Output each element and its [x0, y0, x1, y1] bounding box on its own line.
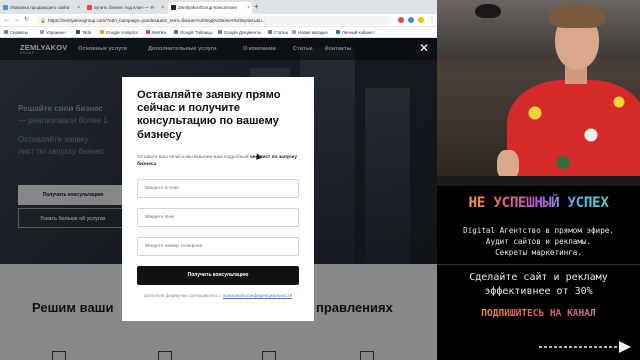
bookmark-item[interactable]: Личный кабинет	[336, 27, 374, 38]
tab-favicon-icon	[87, 5, 92, 10]
menu-dots-icon[interactable]: ⋮	[429, 16, 435, 25]
email-field[interactable]	[137, 179, 299, 198]
browser-tab-1[interactable]: Упаковка продающего сайта ×	[0, 2, 82, 14]
bookmark-label: Упражнен	[46, 30, 66, 35]
folder-icon	[268, 30, 272, 34]
phone-field[interactable]	[137, 237, 299, 256]
screen: Упаковка продающего сайта × купить бизне…	[0, 0, 640, 360]
modal-subtitle-text: Оставьте ваш email и мы вышлем вам подро…	[137, 155, 250, 160]
lock-icon: 🔒	[40, 18, 46, 23]
extension-icon[interactable]	[398, 17, 404, 23]
panel-text-line: Секреты маркетинга.	[495, 248, 582, 257]
address-toolbar: ← → ↻ 🔒 https://zemlyakovgroup.com/?utm_…	[0, 14, 437, 27]
arrow-right-icon	[539, 341, 631, 353]
bookmark-item[interactable]: Google Таблицы	[174, 27, 213, 38]
apps-icon	[4, 30, 8, 34]
close-icon[interactable]: ×	[247, 2, 250, 14]
bookmark-item[interactable]: Metrika	[146, 27, 166, 38]
forward-arrow-icon[interactable]: →	[14, 16, 20, 25]
bookmarks-bar: Сервисы Упражнен Tilda Google Analytics …	[0, 27, 437, 38]
lead-form-modal: Оставляйте заявку прямо сейчас и получит…	[122, 77, 314, 321]
back-arrow-icon[interactable]: ←	[4, 16, 10, 25]
channel-banner: НЕ УСПЕШНЫЙ УСПЕХ	[443, 186, 634, 220]
stream-panel: НЕ УСПЕШНЫЙ УСПЕХ Digital Агентство в пр…	[437, 0, 640, 360]
bookmark-item[interactable]: Упражнен	[40, 27, 66, 38]
privacy-policy-link[interactable]: политикой конфиденциальности	[223, 293, 292, 298]
url-text: https://zemlyakovgroup.com/?utm_campaign…	[48, 18, 266, 23]
panel-offer-line: Сделайте сайт и рекламу	[469, 272, 608, 283]
person-shirt	[507, 80, 640, 186]
subscribe-banner: ПОДПИШИТЕСЬ НА КАНАЛ	[437, 308, 640, 319]
panel-text-line: Digital Агентство в прямом эфире.	[463, 226, 614, 235]
ceiling-background	[437, 0, 640, 58]
webcam-bottom-bar	[437, 176, 640, 186]
close-icon[interactable]: ✕	[419, 41, 429, 55]
browser-tab-2[interactable]: купить бизнес под ключ — Я ×	[84, 2, 166, 14]
submit-consult-button[interactable]: Получить консультацию	[137, 266, 299, 285]
reload-icon[interactable]: ↻	[24, 16, 29, 25]
tab-favicon-icon	[171, 5, 176, 10]
panel-offer-line: эффективнее от 30%	[484, 286, 593, 297]
browser-tab-3-active[interactable]: ZemlyakovGroup Консалтинг ×	[168, 2, 252, 14]
privacy-note-text: Заполняя форму вы соглашаетесь с	[143, 293, 223, 298]
bookmark-label: Google Документы	[224, 30, 262, 35]
panel-text-line: Аудит сайтов и рекламы.	[485, 237, 592, 246]
bookmark-item[interactable]: Google Analytics	[100, 27, 138, 38]
bookmark-item[interactable]: Статьи	[268, 27, 288, 38]
modal-subtitle: Оставьте ваш email и мы вышлем вам подро…	[137, 155, 307, 168]
bookmark-label: Metrika	[152, 30, 167, 35]
sheets-icon	[174, 30, 178, 34]
extension-icon[interactable]	[418, 17, 424, 23]
close-icon[interactable]: ×	[161, 2, 164, 14]
browser-window: Упаковка продающего сайта × купить бизне…	[0, 0, 437, 360]
divider	[437, 264, 640, 265]
bookmark-item[interactable]: Сервисы	[4, 27, 28, 38]
folder-icon	[40, 30, 44, 34]
tab-strip: Упаковка продающего сайта × купить бизне…	[0, 0, 437, 14]
tab-label: Упаковка продающего сайта	[10, 5, 70, 10]
bookmark-label: Tilda	[82, 30, 92, 35]
tab-favicon-icon	[3, 5, 8, 10]
bookmark-item[interactable]: Google Документы	[218, 27, 261, 38]
lamp-image	[475, 4, 501, 18]
address-bar[interactable]: 🔒 https://zemlyakovgroup.com/?utm_campai…	[36, 16, 391, 25]
privacy-note: Заполняя форму вы соглашаетесь с политик…	[137, 293, 299, 299]
page-icon	[292, 30, 296, 34]
bookmark-item[interactable]: Новая вкладка	[292, 27, 328, 38]
modal-title: Оставляйте заявку прямо сейчас и получит…	[137, 89, 281, 141]
tilda-icon	[76, 30, 80, 34]
tab-label: купить бизнес под ключ — Я	[94, 5, 154, 10]
page-icon	[336, 30, 340, 34]
bookmark-label: Сервисы	[10, 30, 28, 35]
webcam-video	[437, 0, 640, 186]
person-hair	[549, 4, 605, 28]
extension-icon[interactable]	[408, 17, 414, 23]
bookmark-label: Google Таблицы	[180, 30, 213, 35]
bookmark-label: Новая вкладка	[298, 30, 328, 35]
docs-icon	[218, 30, 222, 34]
bookmark-label: Статьи	[274, 30, 288, 35]
analytics-icon	[100, 30, 104, 34]
close-icon[interactable]: ×	[77, 2, 80, 14]
tab-label: ZemlyakovGroup Консалтинг	[178, 5, 238, 10]
new-tab-button[interactable]: +	[254, 2, 259, 12]
metrika-icon	[146, 30, 150, 34]
bookmark-item[interactable]: Tilda	[76, 27, 91, 38]
bookmark-label: Личный кабинет	[342, 30, 375, 35]
name-field[interactable]	[137, 208, 299, 227]
bookmark-label: Google Analytics	[106, 30, 139, 35]
